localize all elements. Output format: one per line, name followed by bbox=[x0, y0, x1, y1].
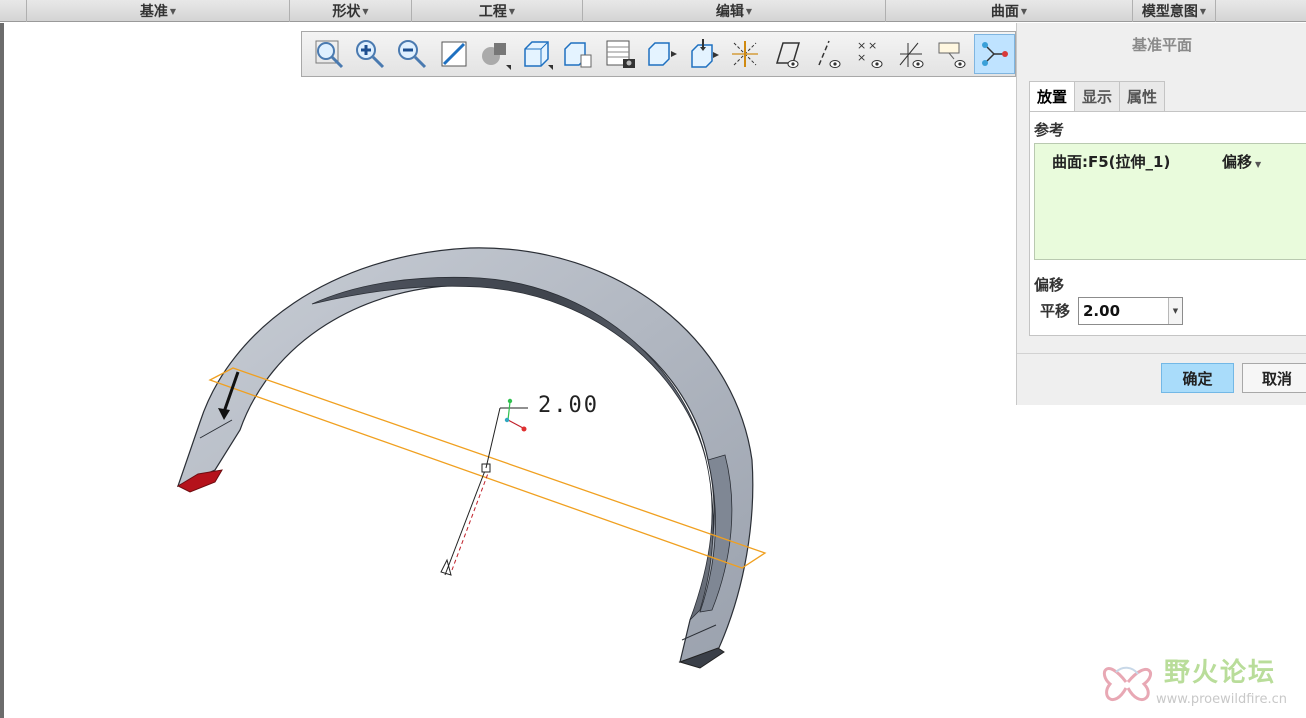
dialog-tabs: 放置 显示 属性 bbox=[1029, 81, 1166, 111]
svg-text:×: × bbox=[857, 51, 866, 64]
offset-dimension-label[interactable]: 2.00 bbox=[538, 393, 599, 418]
ring-segment-lines bbox=[199, 419, 717, 641]
tab-properties[interactable]: 属性 bbox=[1119, 81, 1166, 111]
spin-center-button[interactable] bbox=[973, 34, 1016, 74]
orient-button[interactable] bbox=[682, 34, 724, 74]
tab-placement[interactable]: 放置 bbox=[1029, 81, 1076, 111]
divider bbox=[1017, 353, 1306, 354]
references-label: 参考 bbox=[1034, 121, 1065, 139]
watermark-url: www.proewildfire.cn bbox=[1156, 692, 1287, 707]
plane-tag-button[interactable] bbox=[724, 34, 766, 74]
app-window: 基准 ▼ 形状 ▼ 工程 ▼ 编辑 ▼ 曲面 ▼ 模型意图 ▼ 2.00 × ×… bbox=[0, 0, 1306, 718]
chevron-down-icon[interactable]: ▼ bbox=[1168, 298, 1182, 324]
placement-panel: 参考 曲面:F5(拉伸_1) 偏移 ▼ 偏移 平移 2.00 ▼ bbox=[1029, 111, 1306, 336]
saved-views-icon bbox=[564, 42, 592, 68]
translation-label: 平移 bbox=[1040, 302, 1071, 320]
forum-watermark: 野火论坛 www.proewildfire.cn bbox=[1096, 650, 1306, 718]
named-view-button[interactable] bbox=[641, 34, 683, 74]
saved-views-button[interactable] bbox=[558, 34, 600, 74]
point-display-button[interactable]: × × × bbox=[849, 34, 891, 74]
dialog-title: 基准平面 bbox=[1131, 35, 1192, 54]
view-toolbar: × × × bbox=[301, 31, 1016, 77]
annotation-display-icon bbox=[938, 42, 966, 68]
tab-display[interactable]: 显示 bbox=[1074, 81, 1121, 111]
display-style-icon bbox=[524, 41, 553, 70]
annotation-display-button[interactable] bbox=[932, 34, 974, 74]
cancel-button[interactable]: 取消 bbox=[1242, 363, 1306, 393]
plane-tag-icon bbox=[731, 41, 758, 67]
csys-display-icon bbox=[899, 42, 924, 68]
datum-plane-dialog: 基准平面 放置 显示 属性 参考 曲面:F5(拉伸_1) 偏移 ▼ 偏移 平移 2… bbox=[1016, 23, 1306, 405]
csys-display-button[interactable] bbox=[890, 34, 932, 74]
reference-constraint-dropdown[interactable]: 偏移 ▼ bbox=[1222, 151, 1261, 172]
zoom-fit-icon bbox=[315, 40, 343, 69]
references-collector[interactable]: 曲面:F5(拉伸_1) 偏移 ▼ bbox=[1034, 143, 1306, 260]
ok-button[interactable]: 确定 bbox=[1161, 363, 1234, 393]
shading-icon bbox=[482, 43, 512, 70]
translation-input[interactable]: 2.00 ▼ bbox=[1078, 297, 1183, 325]
named-view-icon bbox=[647, 42, 677, 66]
display-style-button[interactable] bbox=[516, 34, 558, 74]
plane-display-icon bbox=[776, 42, 801, 68]
view-manager-button[interactable] bbox=[599, 34, 641, 74]
zoom-in-icon bbox=[356, 40, 385, 69]
axis-display-icon bbox=[818, 40, 841, 68]
ring-top-face bbox=[176, 247, 754, 663]
extruded-ring[interactable] bbox=[176, 247, 754, 669]
translation-value[interactable]: 2.00 bbox=[1083, 302, 1120, 320]
orient-icon bbox=[691, 39, 720, 68]
plane-display-button[interactable] bbox=[766, 34, 808, 74]
reference-surface[interactable]: 曲面:F5(拉伸_1) bbox=[1052, 151, 1170, 172]
butterfly-logo-icon bbox=[1102, 666, 1152, 702]
repaint-icon bbox=[441, 41, 467, 67]
zoom-out-icon bbox=[397, 40, 427, 69]
shading-button[interactable] bbox=[474, 34, 516, 74]
zoom-fit-button[interactable] bbox=[308, 34, 350, 74]
offset-label: 偏移 bbox=[1034, 276, 1065, 294]
spin-center-icon bbox=[982, 42, 1009, 66]
point-display-icon: × ×× bbox=[857, 39, 883, 68]
svg-text:×: × bbox=[868, 39, 877, 52]
zoom-in-button[interactable] bbox=[350, 34, 392, 74]
reference-constraint-label: 偏移 bbox=[1222, 153, 1253, 171]
zoom-out-button[interactable] bbox=[391, 34, 433, 74]
chevron-down-icon: ▼ bbox=[1255, 160, 1262, 169]
offset-drag-handle[interactable] bbox=[440, 398, 528, 576]
repaint-button[interactable] bbox=[433, 34, 475, 74]
axis-display-button[interactable] bbox=[807, 34, 849, 74]
watermark-title: 野火论坛 bbox=[1164, 658, 1277, 688]
view-manager-icon bbox=[606, 40, 635, 68]
